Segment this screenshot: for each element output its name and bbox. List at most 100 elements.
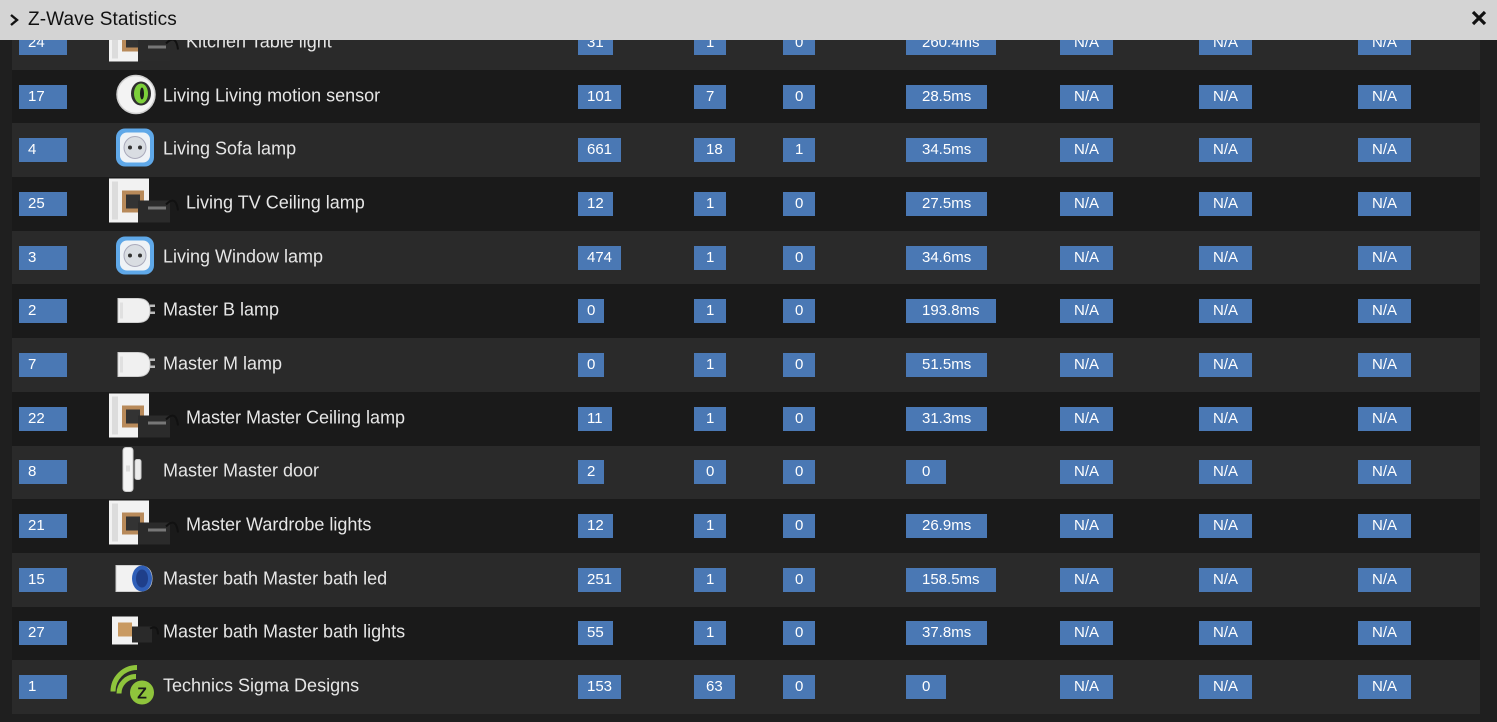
node-id-badge: 2 — [19, 299, 67, 324]
stat-badge-d: 34.6ms — [906, 245, 988, 270]
stat-badge-b: 1 — [694, 191, 727, 216]
device-name: Master Master Ceiling lamp — [186, 407, 406, 428]
device-name: Master M lamp — [163, 353, 283, 374]
stat-badge-b: 1 — [694, 299, 727, 324]
stat-badge-e: N/A — [1060, 191, 1114, 216]
stat-badge-e: N/A — [1060, 460, 1114, 485]
stat-badge-b: 18 — [694, 138, 735, 163]
node-id-badge: 17 — [19, 84, 67, 109]
stat-badge-b: 0 — [694, 460, 727, 485]
stat-badge-d: 26.9ms — [906, 514, 988, 539]
stat-badge-c: 0 — [783, 84, 816, 109]
table-row[interactable]: 7 Master M lamp 0 1 0 51.5ms N/A N/A N/A — [12, 338, 1480, 392]
stat-badge-d: 158.5ms — [906, 567, 996, 592]
wall-plug-icon — [114, 127, 156, 174]
chevron-right-icon[interactable] — [0, 14, 28, 26]
stat-badge-g: N/A — [1358, 621, 1412, 646]
stat-badge-g: N/A — [1358, 675, 1412, 700]
device-name: Master Wardrobe lights — [186, 514, 372, 535]
stat-badge-g: N/A — [1358, 191, 1412, 216]
table-row[interactable]: 21 Master Wardrobe lights 12 1 0 26.9ms N/A N/A… — [12, 499, 1480, 553]
stat-badge-a: 153 — [578, 675, 622, 700]
table-row[interactable]: 3 Living Window lamp 474 1 0 34.6ms N/A N/A N/A — [12, 230, 1480, 285]
node-id-badge: 15 — [19, 567, 67, 592]
device-name: Living Window lamp — [163, 246, 324, 267]
stat-badge-b: 1 — [694, 621, 727, 646]
window-title: Z-Wave Statistics — [28, 9, 177, 30]
stat-badge-b: 1 — [694, 245, 727, 270]
blue-plug-icon — [112, 557, 158, 602]
device-name: Living Living motion sensor — [163, 84, 381, 105]
close-icon[interactable] — [1471, 7, 1487, 31]
table-row[interactable]: 22 Master Master Ceiling lamp 11 1 0 31.3ms N/… — [12, 391, 1480, 446]
stat-badge-e: N/A — [1060, 245, 1114, 270]
stat-badge-e: N/A — [1060, 299, 1114, 324]
table-row[interactable]: 25 Living TV Ceiling lamp 12 1 0 27.5ms N/A N/A… — [12, 177, 1480, 231]
stat-badge-e: N/A — [1060, 406, 1114, 431]
stat-badge-a: 12 — [578, 514, 613, 539]
stat-badge-a: 101 — [578, 84, 622, 109]
device-name: Master bath Master bath lights — [163, 621, 406, 642]
stat-badge-d: 27.5ms — [906, 191, 988, 216]
stat-badge-g: N/A — [1358, 138, 1412, 163]
stat-badge-d: 0 — [906, 675, 947, 700]
table-row[interactable]: 1 Z Technics Sigma Designs 153 63 0 0 N/A N/A N/A — [12, 660, 1480, 714]
stat-badge-b: 1 — [694, 514, 727, 539]
stat-badge-b: 1 — [694, 567, 727, 592]
stat-badge-e: N/A — [1060, 84, 1114, 109]
stat-badge-f: N/A — [1199, 245, 1253, 270]
stat-badge-g: N/A — [1358, 299, 1412, 324]
stat-badge-b: 1 — [694, 406, 727, 431]
stat-badge-f: N/A — [1199, 675, 1253, 700]
node-id-badge: 4 — [19, 138, 67, 163]
stat-badge-a: 251 — [578, 567, 622, 592]
stat-badge-f: N/A — [1199, 567, 1253, 592]
stat-badge-c: 0 — [783, 675, 816, 700]
table-row[interactable]: 27 Master bath Master bath lights 55 1 0 37.8… — [12, 606, 1480, 661]
switch-module-box-icon — [108, 391, 180, 446]
wall-plug-icon — [114, 234, 156, 281]
stat-badge-d: 34.5ms — [906, 138, 988, 163]
stat-badge-f: N/A — [1199, 138, 1253, 163]
stat-badge-g: N/A — [1358, 352, 1412, 377]
stat-badge-e: N/A — [1060, 138, 1114, 163]
plug-adapter-icon — [114, 291, 156, 332]
motion-sensor-icon — [114, 72, 158, 121]
node-id-badge: 3 — [19, 245, 67, 270]
table-row[interactable]: 8 Master Master door 2 0 0 0 N/A N/A N/A — [12, 445, 1480, 500]
stat-badge-b: 7 — [694, 84, 727, 109]
stat-badge-e: N/A — [1060, 567, 1114, 592]
stat-badge-a: 474 — [578, 245, 622, 270]
stat-badge-e: N/A — [1060, 514, 1114, 539]
stat-badge-d: 37.8ms — [906, 621, 988, 646]
stat-badge-a: 12 — [578, 191, 613, 216]
stat-badge-e: N/A — [1060, 675, 1114, 700]
table-row[interactable]: 4 Living Sofa lamp 661 18 1 34.5ms N/A N/A N/A — [12, 123, 1480, 178]
table-row[interactable]: 17 Living Living motion sensor 101 7 0 28.5ms… — [12, 69, 1480, 124]
stat-badge-b: 63 — [694, 675, 735, 700]
svg-text:Z: Z — [137, 686, 147, 703]
stat-badge-a: 661 — [578, 138, 622, 163]
stat-badge-e: N/A — [1060, 352, 1114, 377]
stat-badge-d: 193.8ms — [906, 299, 996, 324]
device-name: Master bath Master bath led — [163, 568, 388, 589]
stat-badge-g: N/A — [1358, 245, 1412, 270]
stat-badge-c: 0 — [783, 406, 816, 431]
device-name: Technics Sigma Designs — [163, 675, 360, 696]
stat-badge-f: N/A — [1199, 191, 1253, 216]
switch-module-box-icon — [108, 176, 180, 231]
node-id-badge: 22 — [19, 406, 67, 431]
node-id-badge: 8 — [19, 460, 67, 485]
stat-badge-c: 0 — [783, 299, 816, 324]
stat-badge-g: N/A — [1358, 460, 1412, 485]
stat-badge-d: 28.5ms — [906, 84, 988, 109]
table-row[interactable]: 15 Master bath Master bath led 251 1 0 158.5m… — [12, 552, 1480, 607]
stat-badge-e: N/A — [1060, 621, 1114, 646]
stat-badge-c: 0 — [783, 460, 816, 485]
stat-badge-c: 0 — [783, 352, 816, 377]
stat-badge-f: N/A — [1199, 352, 1253, 377]
scroll-track[interactable] — [1480, 40, 1497, 722]
table-row[interactable]: 2 Master B lamp 0 1 0 193.8ms N/A N/A N/A — [12, 284, 1480, 339]
switch-module-box-icon — [108, 499, 180, 554]
stat-badge-c: 0 — [783, 621, 816, 646]
